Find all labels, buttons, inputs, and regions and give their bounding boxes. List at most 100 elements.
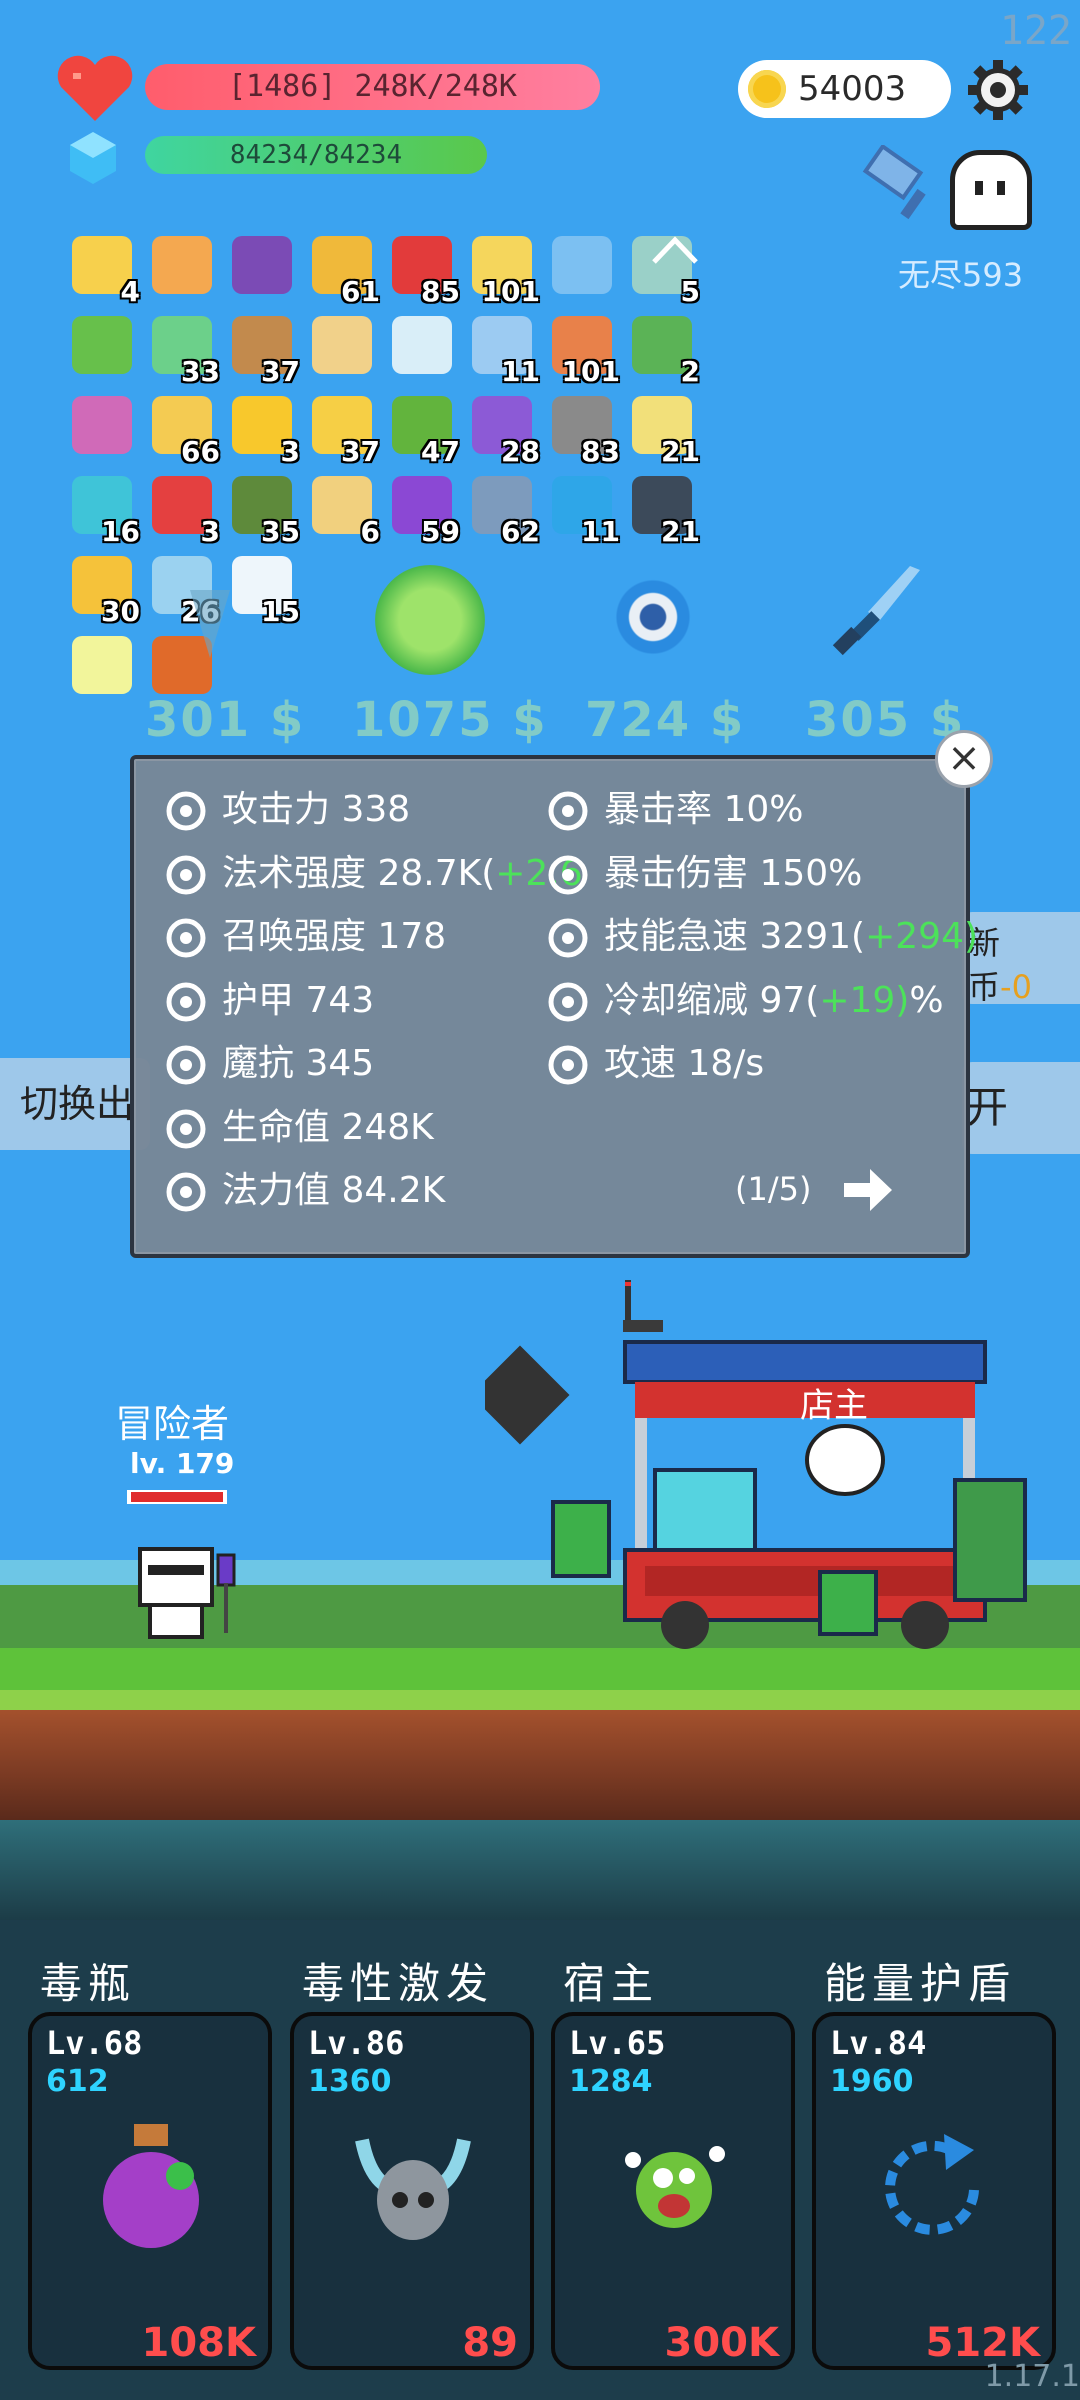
stat-row: 攻速 18/s	[546, 1039, 978, 1089]
skill-card[interactable]: Lv.86 1360 89	[290, 2012, 534, 2370]
inventory-item[interactable]: 3	[148, 472, 220, 548]
adventurer-knight-icon[interactable]	[128, 1535, 248, 1650]
settings-gear-icon[interactable]	[966, 58, 1030, 122]
inventory-item[interactable]: 61	[308, 232, 380, 308]
inventory-item[interactable]: 101	[548, 312, 620, 388]
inventory-item[interactable]: 6	[308, 472, 380, 548]
item-count: 37	[261, 355, 300, 388]
shop-cart[interactable]	[485, 1280, 1075, 1660]
mana-bar: 84234/84234	[145, 136, 487, 174]
stat-text: 法力值 84.2K	[222, 1170, 446, 1211]
dagger-icon[interactable]	[820, 560, 930, 670]
stat-text: 暴击伤害 150%	[604, 852, 863, 894]
refresh-button[interactable]: 新 币-0	[962, 912, 1080, 1006]
skill-cost: 1960	[830, 2064, 914, 2099]
item-count: 101	[561, 355, 620, 388]
stat-text: 召唤强度 178	[222, 916, 447, 957]
target-icon[interactable]	[598, 562, 708, 672]
ghost-icon[interactable]	[950, 150, 1032, 230]
version-label: 1.17.1	[984, 2359, 1080, 2394]
inventory-item[interactable]: 85	[388, 232, 460, 308]
item-count: 35	[261, 515, 300, 548]
inventory-item[interactable]: 4	[68, 232, 140, 308]
item-count: 11	[501, 355, 540, 388]
stat-suffix: %	[909, 979, 944, 1021]
inventory-item[interactable]	[228, 232, 296, 300]
cleaver-icon[interactable]	[860, 145, 944, 225]
inventory-item[interactable]	[68, 632, 136, 700]
next-page-arrow-icon[interactable]	[840, 1165, 896, 1215]
adventurer-name: 冒险者	[115, 1402, 230, 1446]
item-count: 85	[421, 275, 460, 308]
refresh-shield-icon	[874, 2120, 996, 2250]
stat-row: 法术强度 28.7K(+2.6	[164, 849, 583, 899]
inventory-item[interactable]: 11	[468, 312, 540, 388]
close-button[interactable]: ×	[935, 730, 993, 788]
skill-card[interactable]: Lv.68 612 108K	[28, 2012, 272, 2370]
inventory-item[interactable]	[388, 312, 456, 380]
skill-card[interactable]: Lv.84 1960 512K	[812, 2012, 1056, 2370]
skill-level: Lv.68	[46, 2024, 143, 2062]
inventory-item[interactable]	[68, 312, 136, 380]
inventory-item[interactable]: 21	[628, 472, 700, 548]
stat-row: 攻击力 338	[164, 785, 583, 835]
crit-rate-icon	[546, 789, 590, 833]
inventory-item[interactable]: 28	[468, 392, 540, 468]
inventory-item[interactable]: 2	[628, 312, 700, 388]
skill-cost: 612	[46, 2064, 109, 2099]
stat-row: 召唤强度 178	[164, 912, 583, 962]
inventory-item[interactable]: 11	[548, 472, 620, 548]
inventory-item[interactable]: 37	[308, 392, 380, 468]
page-indicator: (1/5)	[735, 1170, 812, 1208]
item-count: 2	[680, 355, 700, 388]
stat-text: 攻击力 338	[222, 789, 411, 830]
inventory-item[interactable]	[68, 392, 136, 460]
item-count: 47	[421, 435, 460, 468]
item-count: 16	[101, 515, 140, 548]
open-button[interactable]: 开	[962, 1062, 1080, 1154]
skill-cost: 1360	[308, 2064, 392, 2099]
stat-text: 攻速 18/s	[604, 1043, 765, 1084]
inventory-item[interactable]: 83	[548, 392, 620, 468]
collapse-chevron-icon[interactable]	[650, 232, 700, 266]
inventory-item[interactable]: 66	[148, 392, 220, 468]
inventory-item[interactable]	[308, 312, 376, 380]
stat-text: 暴击率 10%	[604, 789, 804, 830]
inventory-item[interactable]	[148, 232, 216, 300]
lime-slice-icon[interactable]	[375, 565, 485, 675]
inventory-item[interactable]: 59	[388, 472, 460, 548]
price-1: 301 $	[145, 692, 306, 748]
water	[0, 1820, 1080, 1920]
inventory-item[interactable]: 30	[68, 552, 140, 628]
adventurer-level: lv. 179	[130, 1447, 235, 1480]
switch-button[interactable]: 切换出	[0, 1058, 150, 1150]
stat-row: 生命值 248K	[164, 1103, 583, 1153]
skill-card[interactable]: Lv.65 1284 300K	[551, 2012, 795, 2370]
inventory-item[interactable]: 47	[388, 392, 460, 468]
hp-bar: [1486] 248K/248K	[145, 64, 600, 110]
skill-cost: 1284	[569, 2064, 653, 2099]
item-count: 11	[581, 515, 620, 548]
empty-slot-icon	[552, 236, 612, 294]
inventory-item[interactable]: 16	[68, 472, 140, 548]
item-count: 62	[501, 515, 540, 548]
inventory-item[interactable]: 101	[468, 232, 540, 308]
scroll-icon	[152, 236, 212, 294]
skill-level: Lv.65	[569, 2024, 666, 2062]
wizard-hat-icon	[232, 236, 292, 294]
shop-item-1[interactable]	[180, 570, 240, 660]
inventory-item[interactable]: 3	[228, 392, 300, 468]
stat-row: 护甲 743	[164, 976, 583, 1026]
inventory-item[interactable]: 35	[228, 472, 300, 548]
hourglass-icon	[546, 980, 590, 1024]
inventory-item[interactable]: 33	[148, 312, 220, 388]
ice-cream-icon	[190, 590, 230, 658]
inventory-item[interactable]: 62	[468, 472, 540, 548]
axe-icon	[164, 789, 208, 833]
stat-row: 魔抗 345	[164, 1039, 583, 1089]
inventory-item[interactable]: 21	[628, 392, 700, 468]
adventurer-hp-bar	[127, 1490, 227, 1504]
skill-level: Lv.86	[308, 2024, 405, 2062]
inventory-item[interactable]: 37	[228, 312, 300, 388]
inventory-item[interactable]	[548, 232, 616, 300]
